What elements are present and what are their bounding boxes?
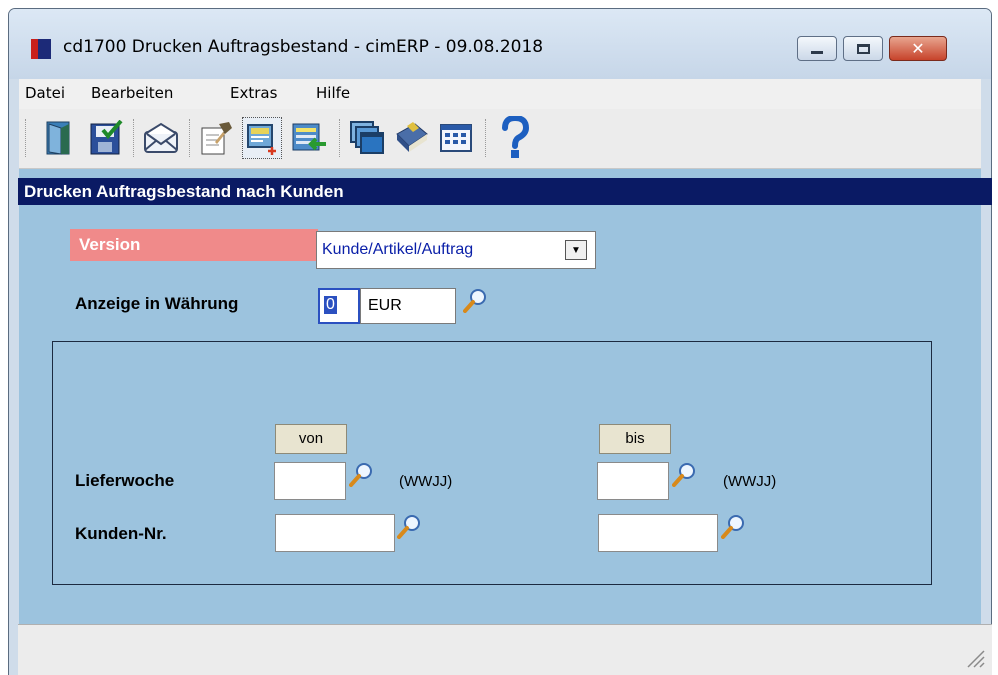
menu-extras[interactable]: Extras <box>230 84 277 102</box>
toolbar-separator <box>485 119 488 157</box>
exit-button[interactable] <box>41 117 81 159</box>
form-area <box>8 0 9 1</box>
windows-button[interactable] <box>347 117 387 159</box>
windows-icon <box>350 121 384 154</box>
currency-name-field: EUR <box>360 288 456 324</box>
toolbar-separator <box>133 119 136 157</box>
customer-number-from-lookup-icon[interactable] <box>397 513 423 539</box>
menu-bearbeiten[interactable]: Bearbeiten <box>91 84 173 102</box>
book-icon <box>396 122 428 152</box>
version-select-value: Kunde/Artikel/Auftrag <box>322 241 474 258</box>
resize-grip-icon[interactable] <box>964 647 986 669</box>
menu-bar: Datei Bearbeiten Extras Hilfe <box>19 79 981 109</box>
book-button[interactable] <box>392 117 432 159</box>
app-icon <box>31 39 51 59</box>
title-bar[interactable]: cd1700 Drucken Auftragsbestand - cimERP … <box>9 9 991 79</box>
mail-button[interactable] <box>141 117 181 159</box>
help-button[interactable] <box>495 116 535 159</box>
customer-number-to-input[interactable] <box>598 514 718 552</box>
exit-door-icon <box>46 121 70 155</box>
mail-icon <box>144 122 178 153</box>
customer-number-from-input[interactable] <box>275 514 395 552</box>
toolbar-separator <box>189 119 192 157</box>
new-record-icon <box>247 124 276 155</box>
currency-label: Anzeige in Währung <box>75 294 239 313</box>
save-icon <box>90 120 123 155</box>
menu-hilfe[interactable]: Hilfe <box>316 84 350 102</box>
version-select[interactable]: Kunde/Artikel/Auftrag ▼ <box>316 231 596 269</box>
range-frame <box>52 341 932 585</box>
maximize-button[interactable] <box>843 36 883 61</box>
toolbar-separator <box>25 119 28 157</box>
status-bar <box>18 624 992 675</box>
currency-code-field[interactable]: 0 <box>318 288 360 324</box>
calendar-grid-icon <box>440 124 472 152</box>
version-label: Version <box>70 229 318 261</box>
currency-name-value: EUR <box>368 297 402 314</box>
currency-code-value: 0 <box>324 296 337 314</box>
delivery-week-label: Lieferwoche <box>75 471 175 490</box>
delivery-week-from-hint: (WWJJ) <box>399 473 453 490</box>
minimize-icon <box>811 51 823 54</box>
delivery-week-to-lookup-icon[interactable] <box>672 461 698 487</box>
customer-number-to-lookup-icon[interactable] <box>721 513 747 539</box>
help-icon <box>502 116 530 158</box>
chevron-down-icon[interactable]: ▼ <box>565 240 587 260</box>
close-icon: ✕ <box>911 39 925 58</box>
calendar-grid-button[interactable] <box>436 117 476 159</box>
delivery-week-from-input[interactable] <box>274 462 346 500</box>
delivery-week-to-input[interactable] <box>597 462 669 500</box>
menu-datei[interactable]: Datei <box>25 84 65 102</box>
toolbar-separator <box>339 119 342 157</box>
version-label-text: Version <box>79 235 141 254</box>
from-column-header: von <box>275 424 347 454</box>
delivery-week-from-lookup-icon[interactable] <box>349 461 375 487</box>
list-import-button[interactable] <box>289 117 329 159</box>
close-button[interactable]: ✕ <box>889 36 947 61</box>
minimize-button[interactable] <box>797 36 837 61</box>
maximize-icon <box>856 43 870 54</box>
currency-lookup-icon[interactable] <box>463 287 489 313</box>
list-import-icon <box>292 123 326 151</box>
edit-form-icon <box>201 122 232 155</box>
delivery-week-to-hint: (WWJJ) <box>723 473 777 490</box>
form-header: Drucken Auftragsbestand nach Kunden <box>18 178 992 205</box>
to-column-header: bis <box>599 424 671 454</box>
edit-form-button[interactable] <box>197 117 237 159</box>
customer-number-label: Kunden-Nr. <box>75 524 167 543</box>
new-record-button[interactable] <box>242 117 282 159</box>
window-title: cd1700 Drucken Auftragsbestand - cimERP … <box>63 37 544 57</box>
toolbar <box>19 109 981 169</box>
save-button[interactable] <box>86 117 126 159</box>
form-title: Drucken Auftragsbestand nach Kunden <box>24 182 344 201</box>
